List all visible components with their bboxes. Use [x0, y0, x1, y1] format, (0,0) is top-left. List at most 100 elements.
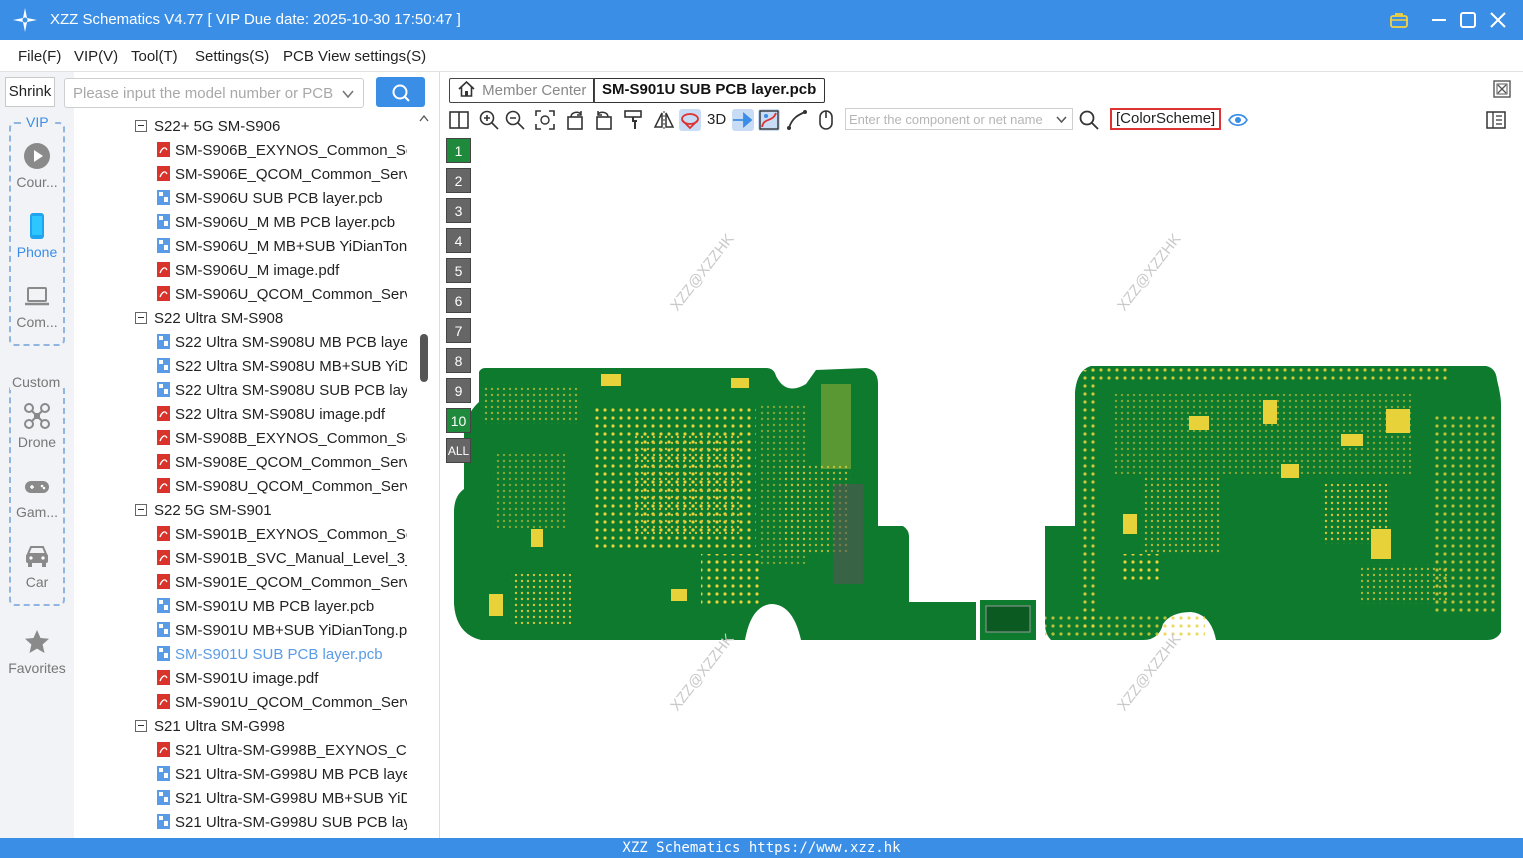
3d-view-button[interactable]: 3D — [707, 111, 726, 128]
eye-icon[interactable] — [1227, 109, 1249, 131]
layer-button-4[interactable]: 4 — [446, 228, 471, 253]
tree-item-pdf[interactable]: SM-S906E_QCOM_Common_Servic — [157, 164, 407, 188]
scroll-thumb[interactable] — [420, 334, 428, 382]
tree-item-pcb[interactable]: S21 Ultra-SM-G998U MB+SUB YiDi — [157, 788, 407, 812]
close-icon[interactable] — [1486, 8, 1510, 32]
color-scheme-button[interactable]: [ColorScheme] — [1110, 108, 1222, 130]
tree-item-pdf[interactable]: SM-S908U_QCOM_Common_Servic — [157, 476, 407, 500]
tree-item-pdf[interactable]: S22 Ultra SM-S908U image.pdf — [157, 404, 407, 428]
sidebar-item-favorites[interactable]: Favorites — [0, 628, 74, 676]
sidebar-item-drone[interactable]: Drone — [0, 402, 74, 450]
layer-button-5[interactable]: 5 — [446, 258, 471, 283]
mouse-icon[interactable] — [815, 109, 837, 131]
fit-view-icon[interactable] — [534, 109, 556, 131]
scroll-up-icon[interactable] — [419, 114, 429, 122]
tree-item-pdf[interactable]: SM-S901U image.pdf — [157, 668, 407, 692]
paint-brush-icon[interactable] — [622, 109, 644, 131]
split-view-icon[interactable] — [448, 109, 470, 131]
component-search-input[interactable]: Enter the component or net name — [845, 108, 1073, 130]
tree-item-label: SM-S908B_EXYNOS_Common_Serv — [175, 430, 407, 447]
pcb-board-view[interactable] — [441, 134, 1523, 838]
pcb-file-icon — [157, 382, 170, 397]
tab-member-center[interactable]: Member Center — [449, 78, 596, 103]
tree-item-pcb[interactable]: S21 Ultra-SM-G998U SUB PCB laye — [157, 812, 407, 836]
tree-item-pcb[interactable]: SM-S901U MB PCB layer.pcb — [157, 596, 407, 620]
layer-button-10[interactable]: 10 — [446, 408, 471, 433]
layer-button-9[interactable]: 9 — [446, 378, 471, 403]
sidebar-item-courses[interactable]: Cour... — [0, 142, 74, 190]
layer-button-1[interactable]: 1 — [446, 138, 471, 163]
sidebar-item-phone[interactable]: Phone — [0, 212, 74, 260]
menu-file[interactable]: File(F) — [18, 48, 61, 65]
tree-item-pcb[interactable]: SM-S901U MB+SUB YiDianTong.pc — [157, 620, 407, 644]
tree-group-node[interactable]: S21 Ultra SM-G998 — [135, 716, 425, 740]
tree-item-pcb[interactable]: S22 Ultra SM-S908U SUB PCB layer — [157, 380, 407, 404]
sidebar-item-label: Phone — [16, 244, 58, 260]
menu-vip[interactable]: VIP(V) — [74, 48, 118, 65]
rotate-left-icon[interactable] — [565, 109, 587, 131]
maximize-icon[interactable] — [1456, 8, 1480, 32]
chevron-down-icon[interactable] — [1055, 113, 1068, 126]
tree-group-node[interactable]: S22 5G SM-S901 — [135, 500, 425, 524]
close-tab-icon[interactable] — [1493, 80, 1511, 98]
layer-button-6[interactable]: 6 — [446, 288, 471, 313]
menu-pcb-view-settings[interactable]: PCB View settings(S) — [283, 48, 426, 65]
tree-item-pcb[interactable]: SM-S906U_M MB+SUB YiDianTon( — [157, 236, 407, 260]
tree-item-pcb[interactable]: S22 Ultra SM-S908U MB+SUB YiDi — [157, 356, 407, 380]
menu-settings[interactable]: Settings(S) — [195, 48, 269, 65]
title-bar: XZZ Schematics V4.77 [ VIP Due date: 202… — [0, 0, 1523, 40]
component-search-icon[interactable] — [1078, 109, 1100, 131]
tree-item-label: SM-S906U_M MB PCB layer.pcb — [175, 214, 396, 231]
mirror-view-icon[interactable] — [679, 109, 701, 131]
sidebar-item-car[interactable]: Car — [0, 542, 74, 590]
tree-item-pdf[interactable]: SM-S901E_QCOM_Common_Servic — [157, 572, 407, 596]
collapse-icon[interactable] — [135, 720, 147, 732]
briefcase-icon[interactable] — [1387, 8, 1411, 32]
collapse-icon[interactable] — [135, 312, 147, 324]
tree-group-node[interactable]: S22 Ultra SM-S908 — [135, 308, 425, 332]
tree-item-pdf[interactable]: SM-S908B_EXYNOS_Common_Serv — [157, 428, 407, 452]
minimize-icon[interactable] — [1427, 8, 1451, 32]
net-highlight-icon[interactable] — [758, 109, 780, 131]
search-button[interactable] — [376, 77, 425, 107]
tree-group-node[interactable]: S22+ 5G SM-S906 — [135, 116, 425, 140]
layer-button-8[interactable]: 8 — [446, 348, 471, 373]
tree-item-pcb[interactable]: S21 Ultra-SM-G998U MB PCB layer — [157, 764, 407, 788]
model-search-input[interactable]: Please input the model number or PCB — [64, 78, 364, 108]
trace-icon[interactable] — [786, 109, 808, 131]
tree-item-label: S22 Ultra SM-S908U SUB PCB layer — [175, 382, 407, 399]
tree-item-pcb[interactable]: SM-S901U SUB PCB layer.pcb — [157, 644, 407, 668]
tree-item-pdf[interactable]: S21 Ultra-SM-G998B_EXYNOS_Com — [157, 740, 407, 764]
flip-horizontal-icon[interactable] — [653, 109, 675, 131]
tree-item-pcb[interactable]: S22 Ultra SM-S908U MB PCB layer. — [157, 332, 407, 356]
tree-item-pdf[interactable]: SM-S908E_QCOM_Common_Servic — [157, 452, 407, 476]
zoom-out-icon[interactable] — [504, 109, 526, 131]
layer-button-7[interactable]: 7 — [446, 318, 471, 343]
tree-item-pdf[interactable]: SM-S901B_SVC_Manual_Level_3_Re — [157, 548, 407, 572]
sidebar-item-computer[interactable]: Com... — [0, 282, 74, 330]
layer-button-2[interactable]: 2 — [446, 168, 471, 193]
shrink-button[interactable]: Shrink — [5, 77, 55, 107]
chevron-down-icon[interactable] — [341, 87, 355, 101]
collapse-icon[interactable] — [135, 120, 147, 132]
pcb-canvas[interactable]: XZZ@XZZHK XZZ@XZZHK XZZ@XZZHK XZZ@XZZHK — [441, 134, 1523, 838]
layer-button-3[interactable]: 3 — [446, 198, 471, 223]
side-panel-toggle-icon[interactable] — [1485, 109, 1507, 131]
tree-item-pdf[interactable]: SM-S906B_EXYNOS_Common_Serv — [157, 140, 407, 164]
sidebar-item-games[interactable]: Gam... — [0, 472, 74, 520]
tab-active-file[interactable]: SM-S901U SUB PCB layer.pcb — [593, 78, 826, 103]
tree-item-pdf[interactable]: SM-S906U_QCOM_Common_Servic — [157, 284, 407, 308]
zoom-in-icon[interactable] — [478, 109, 500, 131]
pdf-file-icon — [157, 694, 170, 709]
layer-button-all[interactable]: ALL — [446, 438, 471, 463]
arrow-right-icon[interactable] — [732, 109, 754, 131]
tree-item-pdf[interactable]: SM-S906U_M image.pdf — [157, 260, 407, 284]
tree-item-pcb[interactable]: SM-S906U SUB PCB layer.pcb — [157, 188, 407, 212]
rotate-right-icon[interactable] — [592, 109, 614, 131]
menu-tool[interactable]: Tool(T) — [131, 48, 178, 65]
tree-item-pcb[interactable]: SM-S906U_M MB PCB layer.pcb — [157, 212, 407, 236]
tree-scrollbar[interactable] — [418, 112, 430, 838]
tree-item-pdf[interactable]: SM-S901B_EXYNOS_Common_Serv — [157, 524, 407, 548]
tree-item-pdf[interactable]: SM-S901U_QCOM_Common_Servic — [157, 692, 407, 716]
collapse-icon[interactable] — [135, 504, 147, 516]
